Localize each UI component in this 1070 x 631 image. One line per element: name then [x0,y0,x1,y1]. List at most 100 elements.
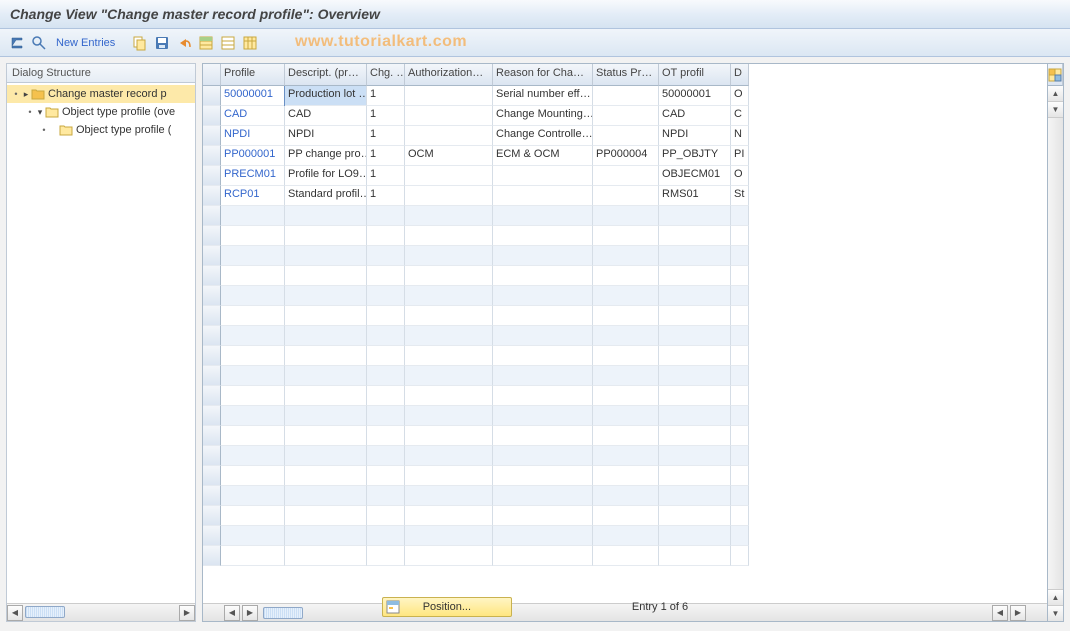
table-cell[interactable] [593,246,659,266]
table-cell[interactable]: St [731,186,749,206]
table-cell[interactable] [367,346,405,366]
table-cell[interactable] [493,286,593,306]
table-cell[interactable] [493,486,593,506]
table-cell[interactable] [367,326,405,346]
table-cell[interactable]: Profile for LO9… [285,166,367,186]
table-cell[interactable] [221,366,285,386]
table-cell[interactable] [221,306,285,326]
table-cell[interactable] [221,526,285,546]
row-selector[interactable] [203,506,221,526]
table-row-empty[interactable] [203,206,1047,226]
column-header[interactable]: Descript. (pr… [285,64,367,86]
table-cell[interactable] [659,346,731,366]
table-cell[interactable] [659,446,731,466]
table-cell[interactable] [659,386,731,406]
table-cell[interactable] [731,306,749,326]
save-icon[interactable] [153,34,171,52]
table-cell[interactable] [405,186,493,206]
tree-node[interactable]: •▾Object type profile (ove [7,103,195,121]
table-cell[interactable] [285,206,367,226]
table-cell[interactable] [659,506,731,526]
table-cell[interactable]: C [731,106,749,126]
table-cell[interactable] [493,206,593,226]
table-cell[interactable]: Standard profil… [285,186,367,206]
table-row-empty[interactable] [203,366,1047,386]
table-cell[interactable] [221,446,285,466]
table-cell[interactable] [593,326,659,346]
table-cell[interactable] [593,546,659,566]
table-cell[interactable]: 50000001 [659,86,731,106]
table-row-empty[interactable] [203,326,1047,346]
table-cell[interactable] [593,286,659,306]
table-row-empty[interactable] [203,386,1047,406]
table-cell[interactable] [405,86,493,106]
table-cell[interactable] [367,246,405,266]
table-cell[interactable] [285,486,367,506]
table-cell[interactable] [285,546,367,566]
table-cell[interactable] [731,286,749,306]
row-selector[interactable] [203,186,221,206]
table-cell[interactable] [731,326,749,346]
table-cell[interactable] [593,446,659,466]
table-cell[interactable] [493,346,593,366]
table-cell[interactable] [367,386,405,406]
table-cell[interactable] [493,306,593,326]
find-icon[interactable] [30,34,48,52]
table-cell[interactable]: O [731,86,749,106]
table-cell[interactable] [221,206,285,226]
row-selector[interactable] [203,326,221,346]
table-cell[interactable]: NPDI [659,126,731,146]
table-cell[interactable] [285,286,367,306]
table-cell[interactable] [731,366,749,386]
column-header[interactable]: D [731,64,749,86]
table-cell[interactable] [593,266,659,286]
row-selector[interactable] [203,466,221,486]
table-cell[interactable] [659,226,731,246]
table-cell[interactable] [593,86,659,106]
row-selector[interactable] [203,446,221,466]
table-cell[interactable] [659,426,731,446]
table-row-empty[interactable] [203,246,1047,266]
table-cell[interactable] [405,386,493,406]
table-cell[interactable] [221,226,285,246]
copy-icon[interactable] [131,34,149,52]
column-header[interactable]: OT profil [659,64,731,86]
table-cell[interactable] [367,266,405,286]
row-selector[interactable] [203,106,221,126]
column-header[interactable]: Chg. … [367,64,405,86]
table-cell[interactable] [221,346,285,366]
table-cell[interactable] [593,386,659,406]
table-cell[interactable] [593,226,659,246]
table-row[interactable]: PP000001PP change pro…1OCMECM & OCMPP000… [203,146,1047,166]
table-cell[interactable]: PI [731,146,749,166]
table-cell[interactable] [221,286,285,306]
table-cell[interactable]: 1 [367,86,405,106]
table-cell[interactable] [367,366,405,386]
expand-icon[interactable]: ▾ [35,107,45,118]
table-cell[interactable]: RMS01 [659,186,731,206]
table-cell[interactable] [367,506,405,526]
table-cell[interactable]: RCP01 [221,186,285,206]
table-cell[interactable] [285,266,367,286]
table-cell[interactable] [405,466,493,486]
table-cell[interactable] [731,446,749,466]
table-cell[interactable] [659,366,731,386]
table-cell[interactable] [593,526,659,546]
table-cell[interactable] [493,446,593,466]
toggle-detail-icon[interactable] [8,34,26,52]
table-row-empty[interactable] [203,446,1047,466]
table-cell[interactable] [285,306,367,326]
table-row-empty[interactable] [203,486,1047,506]
deselect-all-icon[interactable] [219,34,237,52]
table-cell[interactable]: 1 [367,106,405,126]
row-selector[interactable] [203,286,221,306]
table-cell[interactable] [405,306,493,326]
table-cell[interactable] [367,206,405,226]
table-cell[interactable]: 1 [367,146,405,166]
table-cell[interactable] [593,186,659,206]
table-cell[interactable]: N [731,126,749,146]
table-cell[interactable] [367,546,405,566]
table-cell[interactable] [493,166,593,186]
row-selector[interactable] [203,386,221,406]
table-cell[interactable] [659,246,731,266]
